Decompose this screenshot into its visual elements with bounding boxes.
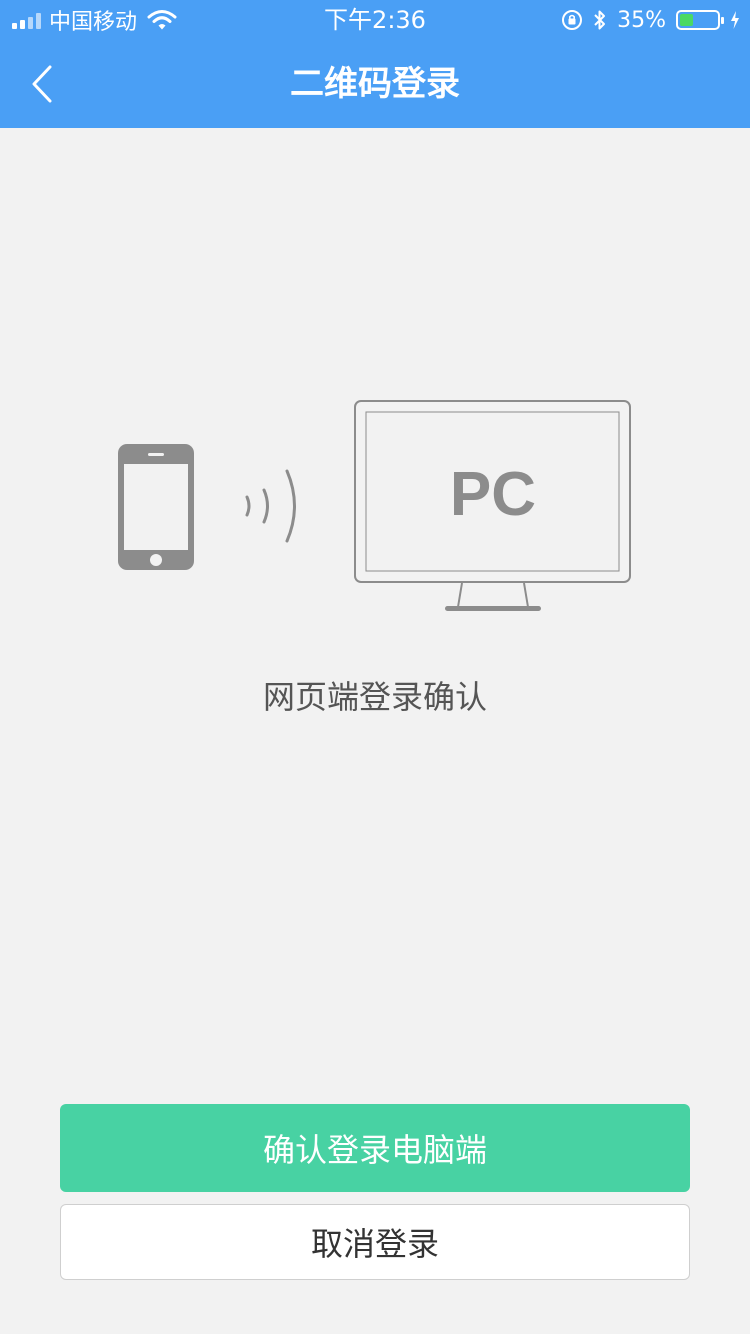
nav-bar: 二维码登录 [0,40,750,128]
battery-icon [676,10,724,30]
orientation-lock-icon [562,10,583,30]
pc-label: PC [450,460,536,529]
bluetooth-icon [594,10,606,30]
confirm-login-button[interactable]: 确认登录电脑端 [60,1104,690,1192]
phone-icon [118,444,194,570]
status-bar: 中国移动 下午2:36 35% [0,0,750,40]
monitor-icon: PC [354,400,631,611]
login-confirm-message: 网页端登录确认 [262,678,487,716]
chevron-left-icon [32,65,52,103]
login-illustration: PC [118,400,631,611]
page-title: 二维码登录 [290,64,460,104]
cancel-login-label: 取消登录 [310,1225,439,1263]
battery-level-fill [680,14,693,26]
cancel-login-button[interactable]: 取消登录 [60,1204,690,1280]
confirm-login-label: 确认登录电脑端 [262,1131,487,1169]
back-button[interactable] [12,54,72,114]
status-right: 35% [561,5,740,35]
signal-waves-icon [245,469,296,543]
charging-icon [731,11,739,29]
battery-percent: 35% [617,7,666,33]
